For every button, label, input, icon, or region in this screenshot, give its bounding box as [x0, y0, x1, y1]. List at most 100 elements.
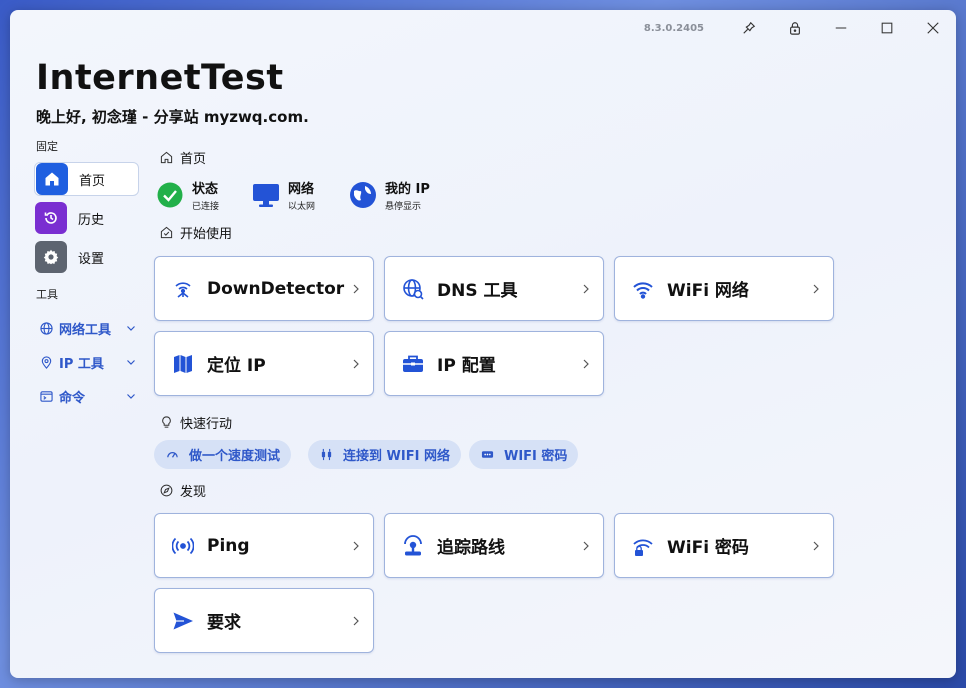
nav-network-tools-label: 网络工具: [59, 322, 112, 338]
quick-actions-title: 快速行动: [180, 417, 233, 432]
network-value: 以太网: [288, 202, 316, 212]
ping-icon: [171, 534, 195, 558]
nav-ip-tools-label: IP 工具: [59, 356, 104, 372]
tools-label: 工具: [36, 288, 58, 301]
quick-actions-header: 快速行动: [160, 413, 232, 432]
card-requests[interactable]: 要求: [154, 588, 374, 653]
gauge-icon: [167, 452, 178, 458]
gear-icon: [35, 241, 67, 273]
card-label: 要求: [207, 613, 241, 633]
nav-history-label: 历史: [78, 212, 105, 228]
home-section-header: 首页: [160, 148, 206, 167]
wifi-password-label: WIFI 密码: [504, 449, 568, 464]
chevron-down-icon: [127, 360, 135, 365]
nav-commands-label: 命令: [59, 390, 86, 406]
chevron-down-icon: [127, 394, 135, 399]
chevron-right-icon: [813, 284, 819, 294]
nav-network-tools[interactable]: 网络工具: [40, 318, 136, 338]
speed-test-button[interactable]: 做一个速度测试: [154, 440, 292, 469]
history-icon: [35, 202, 67, 234]
globe-person-icon: [349, 181, 377, 209]
map-icon: [171, 352, 195, 376]
card-label: WiFi 网络: [667, 281, 749, 301]
nav-commands[interactable]: 命令: [40, 386, 136, 406]
card-label: DownDetector: [207, 278, 345, 299]
card-label: 定位 IP: [207, 356, 266, 376]
discover-header: 发现: [160, 481, 206, 500]
minimize-icon: [835, 27, 847, 29]
pin-button[interactable]: [726, 10, 772, 46]
dns-icon: [401, 277, 425, 301]
send-icon: [171, 609, 195, 633]
pin-icon: [743, 21, 756, 34]
status-connection: 状态 已连接: [156, 178, 219, 212]
nav-settings-label: 设置: [78, 251, 105, 267]
card-downdetector[interactable]: DownDetector: [154, 256, 374, 321]
card-locate-ip[interactable]: 定位 IP: [154, 331, 374, 396]
signal-icon: [171, 277, 195, 301]
chevron-right-icon: [583, 284, 589, 294]
card-ip-config[interactable]: IP 配置: [384, 331, 604, 396]
speed-test-label: 做一个速度测试: [189, 449, 281, 464]
pinned-label: 固定: [36, 140, 58, 153]
chevron-down-icon: [127, 326, 135, 331]
network-title: 网络: [288, 182, 315, 197]
nav-history[interactable]: 历史: [34, 201, 139, 235]
password-icon: [481, 451, 494, 458]
minimize-button[interactable]: [818, 10, 864, 46]
close-button[interactable]: [910, 10, 956, 46]
home-outline-icon: [160, 151, 173, 164]
location-icon: [41, 355, 52, 369]
title-bar: 8.3.0.2405: [644, 10, 956, 46]
globe-icon: [40, 321, 53, 335]
app-window: 8.3.0.2405 InternetTest 晚上好, 初念瑾 - 分享站 m…: [10, 10, 956, 678]
lock-button[interactable]: [772, 10, 818, 46]
get-started-title: 开始使用: [180, 227, 233, 242]
command-icon: [40, 390, 53, 402]
rocket-icon: [160, 226, 173, 239]
close-icon: [927, 22, 939, 34]
card-wifi-networks[interactable]: WiFi 网络: [614, 256, 834, 321]
status-value: 已连接: [192, 202, 220, 212]
chevron-right-icon: [813, 541, 819, 551]
maximize-button[interactable]: [864, 10, 910, 46]
chevron-right-icon: [353, 359, 359, 369]
lightbulb-icon: [162, 416, 171, 428]
card-ping[interactable]: Ping: [154, 513, 374, 578]
my-ip-value: 悬停显示: [385, 202, 422, 212]
wifi-icon: [631, 277, 655, 301]
card-wifi-password[interactable]: WiFi 密码: [614, 513, 834, 578]
chevron-right-icon: [583, 359, 589, 369]
nav-settings[interactable]: 设置: [34, 240, 139, 274]
card-dns-tools[interactable]: DNS 工具: [384, 256, 604, 321]
chevron-right-icon: [353, 541, 359, 551]
nav-ip-tools[interactable]: IP 工具: [40, 352, 136, 372]
wifi-lock-icon: [631, 534, 655, 558]
home-icon: [36, 163, 68, 195]
my-ip-title: 我的 IP: [385, 182, 430, 197]
monitor-icon: [252, 181, 280, 209]
connect-wifi-label: 连接到 WIFI 网络: [343, 449, 450, 464]
card-label: Ping: [207, 535, 250, 556]
card-label: DNS 工具: [437, 281, 518, 301]
connect-wifi-button[interactable]: 连接到 WIFI 网络: [308, 440, 461, 469]
discover-title: 发现: [180, 485, 207, 500]
plug-icon: [321, 448, 332, 461]
status-network: 网络 以太网: [252, 178, 315, 212]
status-title: 状态: [192, 182, 219, 197]
nav-home[interactable]: 首页: [34, 162, 139, 196]
chevron-right-icon: [583, 541, 589, 551]
nav-home-label: 首页: [79, 173, 106, 189]
toolbox-icon: [401, 352, 425, 376]
chevron-right-icon: [353, 616, 359, 626]
card-trace-route[interactable]: 追踪路线: [384, 513, 604, 578]
get-started-header: 开始使用: [160, 223, 232, 242]
greeting-text: 晚上好, 初念瑾 - 分享站 myzwq.com.: [36, 108, 309, 126]
lock-icon: [790, 22, 800, 35]
card-label: IP 配置: [437, 356, 496, 376]
chevron-right-icon: [353, 284, 359, 294]
status-my-ip[interactable]: 我的 IP 悬停显示: [349, 178, 430, 212]
wifi-password-button[interactable]: WIFI 密码: [469, 440, 579, 469]
home-section-title: 首页: [180, 152, 207, 167]
card-label: 追踪路线: [437, 538, 505, 558]
